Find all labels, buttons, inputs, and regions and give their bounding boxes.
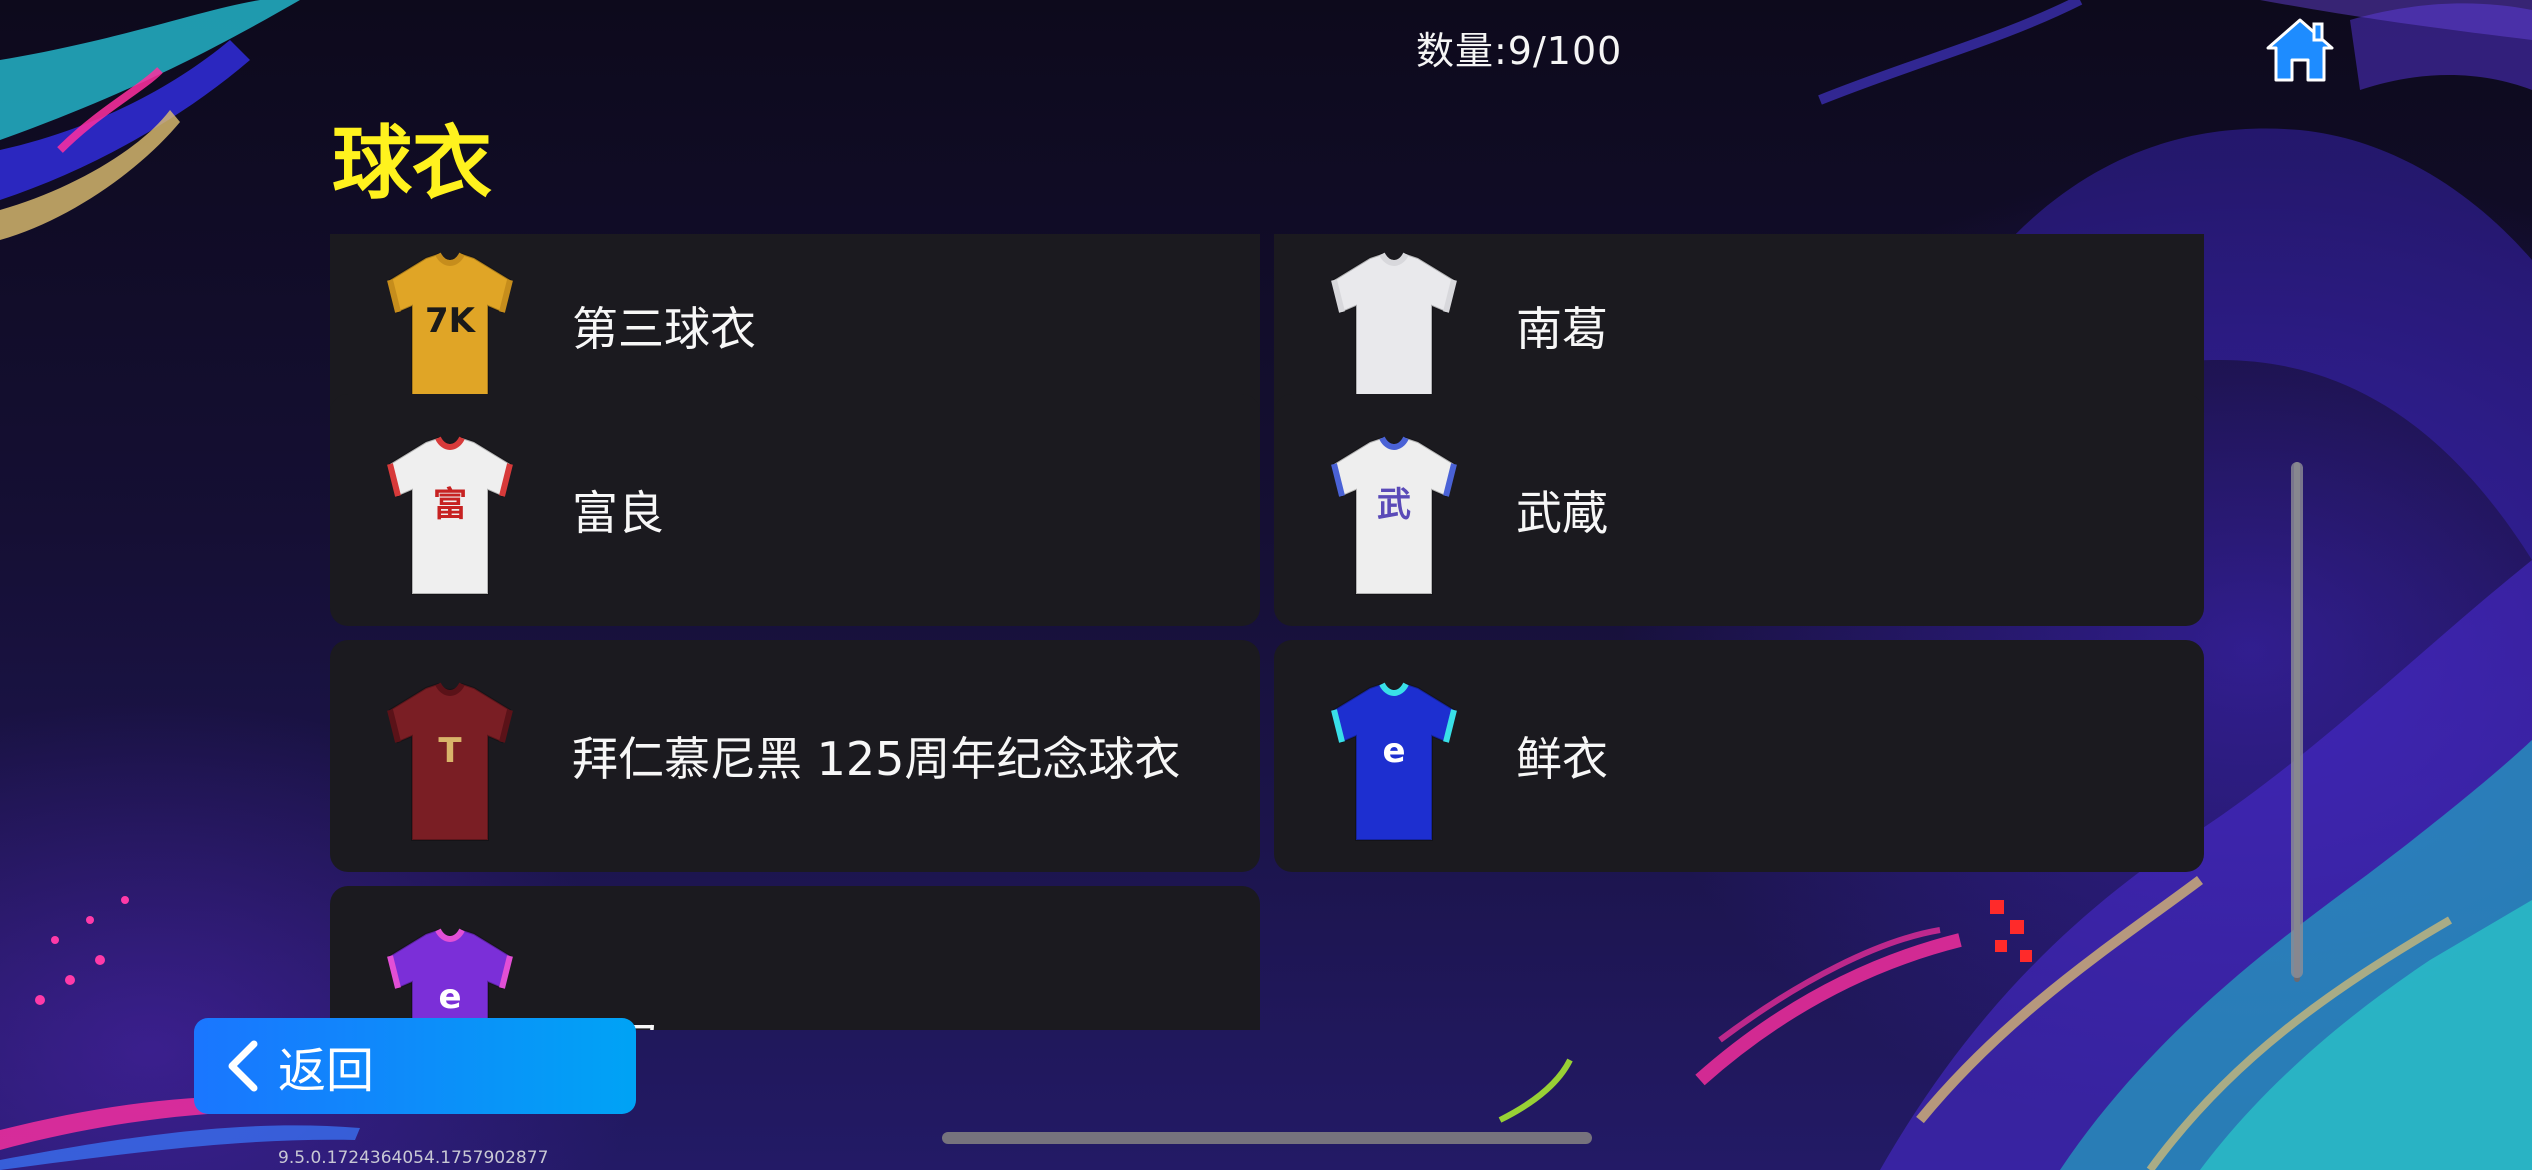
jersey-name: 武蔵 (1516, 486, 1608, 540)
svg-text:7K: 7K (425, 301, 477, 341)
list-item-jersey[interactable]: 武 武蔵 (1274, 394, 2204, 626)
jersey-list[interactable]: 7K 第三球衣 南葛 富 富良 武 武蔵 T 拜仁慕尼黑 125周年纪念球衣 e… (330, 234, 2210, 1030)
jersey-image: 武 (1331, 436, 1457, 595)
svg-text:e: e (438, 977, 461, 1017)
scrollbar-thumb[interactable] (2291, 462, 2303, 978)
svg-text:e: e (1382, 731, 1405, 771)
home-indicator[interactable] (942, 1132, 1592, 1144)
svg-text:T: T (438, 731, 462, 771)
jersey-image: e (1331, 682, 1457, 841)
jersey-name: 怒马 (572, 926, 664, 1030)
jersey-image: 7K (387, 252, 513, 411)
jersey-name: 富良 (572, 486, 664, 540)
svg-text:富: 富 (433, 485, 467, 525)
item-count: 数量:9/100 (1416, 29, 1623, 73)
list-item-jersey[interactable]: T 拜仁慕尼黑 125周年纪念球衣 (330, 640, 1260, 872)
home-button[interactable] (2262, 12, 2338, 88)
jersey-image (1331, 252, 1457, 411)
jersey-image: 富 (387, 436, 513, 595)
jersey-name: 拜仁慕尼黑 125周年纪念球衣 (572, 732, 1181, 786)
back-button-label: 返回 (278, 1043, 375, 1099)
list-item-jersey[interactable]: e 怒马 (330, 886, 1260, 1030)
home-icon (2266, 18, 2334, 82)
back-button[interactable]: 返回 (194, 1018, 636, 1114)
jersey-image: e (387, 928, 513, 1030)
list-item-jersey[interactable]: 富 富良 (330, 394, 1260, 626)
svg-text:武: 武 (1377, 485, 1411, 525)
list-item-jersey[interactable]: e 鲜衣 (1274, 640, 2204, 872)
jersey-image: T (387, 682, 513, 841)
page-title: 球衣 (332, 117, 492, 210)
jersey-name: 鲜衣 (1516, 732, 1608, 786)
chevron-left-icon (228, 1040, 258, 1092)
version-text: 9.5.0.1724364054.1757902877 (278, 1148, 549, 1168)
